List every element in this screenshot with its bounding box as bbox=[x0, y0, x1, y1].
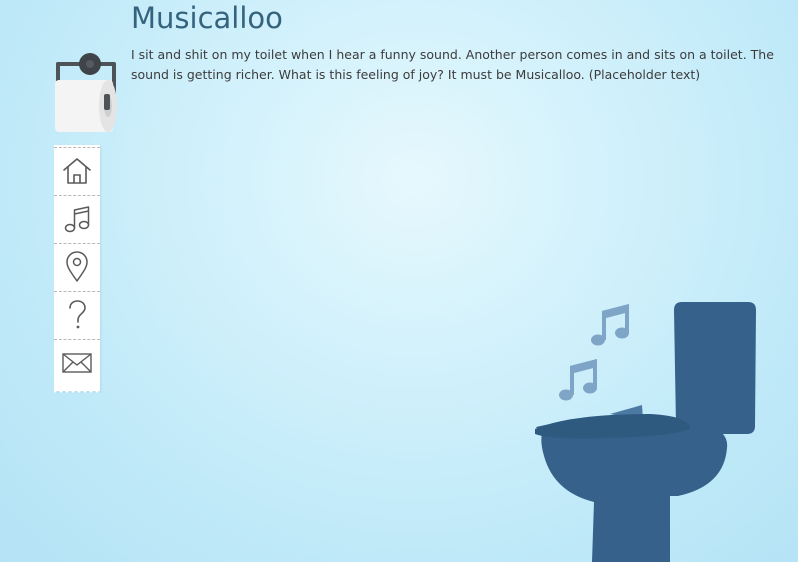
toilet-paper-holder bbox=[55, 53, 117, 132]
toilet-illustration bbox=[535, 302, 756, 562]
toilet-paper-torn-edge bbox=[54, 386, 100, 393]
intro-text: I sit and shit on my toilet when I hear … bbox=[131, 47, 774, 82]
nav-contact[interactable] bbox=[54, 339, 100, 386]
question-icon bbox=[69, 300, 86, 329]
nav-home[interactable] bbox=[54, 147, 100, 194]
toilet-paper-nav bbox=[54, 145, 100, 391]
music-note-icon bbox=[591, 304, 629, 346]
nav-music[interactable] bbox=[54, 195, 100, 242]
music-note-icon bbox=[559, 359, 597, 401]
mail-icon bbox=[62, 353, 92, 373]
home-icon bbox=[63, 158, 91, 184]
location-pin-icon bbox=[66, 251, 88, 282]
music-note-icon bbox=[64, 206, 90, 233]
nav-location[interactable] bbox=[54, 243, 100, 290]
page-title: Musicalloo bbox=[131, 1, 283, 35]
nav-help[interactable] bbox=[54, 291, 100, 338]
